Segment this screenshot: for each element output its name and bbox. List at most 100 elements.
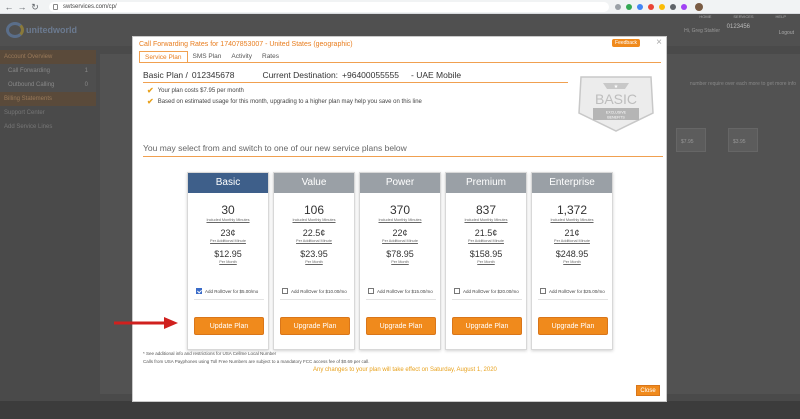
upgrade-plan-button[interactable]: Upgrade Plan [280, 317, 350, 335]
nav-services[interactable]: SERVICES [733, 14, 753, 19]
forward-icon[interactable]: → [17, 2, 27, 12]
divider [143, 156, 663, 157]
close-button[interactable]: Close [636, 385, 660, 396]
plan-price: $12.95 [214, 249, 242, 259]
plan-rate: 23¢ [220, 228, 236, 238]
address-bar[interactable]: swtservices.com/cp/ [49, 1, 609, 12]
plan-price-label: Per Month [391, 260, 409, 264]
divider [143, 82, 568, 83]
rollover-checkbox[interactable] [368, 288, 374, 294]
destination-number: +96400055555 [342, 70, 399, 80]
rollover-option[interactable]: Add RollOver for $5.00/mo [196, 288, 258, 294]
sidebar-item-add-lines[interactable]: Add Service Lines [0, 120, 96, 134]
divider [452, 299, 522, 300]
rollover-checkbox[interactable] [196, 288, 202, 294]
extension-icon[interactable] [648, 3, 654, 10]
sidebar: Account Overview Call Forwarding 1 Outbou… [0, 50, 96, 134]
plan-card-basic: Basic 30 Included Monthly Minutes 23¢ Pe… [187, 172, 269, 350]
plan-id: 012345678 [191, 70, 235, 80]
plan-price-label: Per Month [219, 260, 237, 264]
badge-word: BASIC [595, 91, 637, 107]
plan-minutes-label: Included Monthly Minutes [292, 218, 336, 222]
rollover-option[interactable]: Add RollOver for $20.00/mo [454, 288, 519, 294]
plan-card-premium: Premium 837 Included Monthly Minutes 21.… [445, 172, 527, 350]
extension-icon[interactable] [681, 3, 687, 10]
url-text: swtservices.com/cp/ [63, 3, 117, 10]
plan-price: $248.95 [555, 249, 589, 259]
extension-icon[interactable] [659, 3, 665, 10]
nav-home[interactable]: HOME [699, 14, 711, 19]
plan-rate: 22¢ [392, 228, 408, 238]
logo-icon [6, 22, 24, 38]
site-logo[interactable]: unitedworld [6, 20, 77, 40]
extension-icon[interactable] [670, 3, 676, 10]
nav-help[interactable]: HELP [776, 14, 786, 19]
plan-minutes: 837 [475, 203, 497, 217]
rollover-label: Add RollOver for $25.00/mo [549, 288, 605, 294]
update-plan-button[interactable]: Update Plan [194, 317, 264, 335]
plan-minutes: 370 [389, 203, 411, 217]
plan-rate-label: Per Additional Minute [382, 239, 418, 243]
plan-rate-label: Per Additional Minute [554, 239, 590, 243]
plan-rate-label: Per Additional Minute [210, 239, 246, 243]
rollover-checkbox[interactable] [282, 288, 288, 294]
checkmark-icon: ✔ [147, 97, 154, 106]
plan-minutes: 106 [303, 203, 325, 217]
upgrade-plan-button[interactable]: Upgrade Plan [452, 317, 522, 335]
divider [538, 299, 608, 300]
background-card-value: $3.95 [733, 139, 746, 145]
rollover-checkbox[interactable] [540, 288, 546, 294]
sidebar-item-label: Account Overview [4, 54, 53, 60]
plan-rate-label: Per Additional Minute [468, 239, 504, 243]
divider [366, 299, 436, 300]
sidebar-item-call-forwarding[interactable]: Call Forwarding 1 [0, 64, 96, 78]
plan-cost-note: ✔ Your plan costs $7.95 per month [147, 86, 244, 95]
sidebar-item-billing[interactable]: Billing Statements [0, 92, 96, 106]
plan-name: Premium [446, 173, 526, 193]
rollover-checkbox[interactable] [454, 288, 460, 294]
star-icon[interactable] [615, 3, 621, 10]
modal-title: Call Forwarding Rates for 17407853007 - … [139, 41, 353, 48]
plan-label: Basic Plan / [143, 70, 188, 80]
extensions-bar [615, 3, 687, 10]
plan-price-label: Per Month [563, 260, 581, 264]
plan-name: Enterprise [532, 173, 612, 193]
browser-toolbar: ← → ↻ swtservices.com/cp/ [0, 0, 800, 14]
extension-icon[interactable] [626, 3, 632, 10]
checkmark-icon: ✔ [147, 86, 154, 95]
destination-name: - UAE Mobile [411, 70, 462, 80]
feedback-button[interactable]: Feedback [612, 39, 640, 47]
plan-price: $158.95 [469, 249, 503, 259]
badge-line: BENEFITS [607, 116, 625, 120]
sidebar-item-support[interactable]: Support Center [0, 106, 96, 120]
upgrade-plan-button[interactable]: Upgrade Plan [366, 317, 436, 335]
rollover-label: Add RollOver for $15.00/mo [377, 288, 433, 294]
plan-card-power: Power 370 Included Monthly Minutes 22¢ P… [359, 172, 441, 350]
upgrade-plan-button[interactable]: Upgrade Plan [538, 317, 608, 335]
plan-minutes-label: Included Monthly Minutes [378, 218, 422, 222]
footnote: Calls from USA Payphones using Toll Free… [143, 359, 370, 364]
extension-icon[interactable] [637, 3, 643, 10]
rollover-option[interactable]: Add RollOver for $25.00/mo [540, 288, 605, 294]
plan-name: Value [274, 173, 354, 193]
sidebar-item-account-overview[interactable]: Account Overview [0, 50, 96, 64]
plan-card-value: Value 106 Included Monthly Minutes 22.5¢… [273, 172, 355, 350]
select-plan-heading: You may select from and switch to one of… [143, 143, 407, 153]
upgrade-suggestion: ✔ Based on estimated usage for this mont… [147, 97, 422, 106]
back-icon[interactable]: ← [4, 2, 14, 12]
plan-minutes: 30 [221, 203, 235, 217]
bullet-text: Based on estimated usage for this month,… [157, 98, 422, 105]
rollover-option[interactable]: Add RollOver for $15.00/mo [368, 288, 433, 294]
reload-icon[interactable]: ↻ [30, 2, 40, 12]
plan-minutes-label: Included Monthly Minutes [464, 218, 508, 222]
close-icon[interactable]: × [656, 37, 662, 48]
logout-link[interactable]: Logout [779, 30, 794, 36]
plan-price: $78.95 [386, 249, 414, 259]
plan-name: Basic [188, 173, 268, 193]
sidebar-item-outbound-calling[interactable]: Outbound Calling 0 [0, 78, 96, 92]
badge-line: EXCLUSIVE [606, 111, 627, 115]
rollover-option[interactable]: Add RollOver for $10.00/mo [282, 288, 347, 294]
current-plan-summary: Basic Plan / 012345678 Current Destinati… [143, 70, 461, 80]
profile-avatar[interactable] [695, 2, 703, 11]
sidebar-item-label: Billing Statements [4, 96, 53, 102]
